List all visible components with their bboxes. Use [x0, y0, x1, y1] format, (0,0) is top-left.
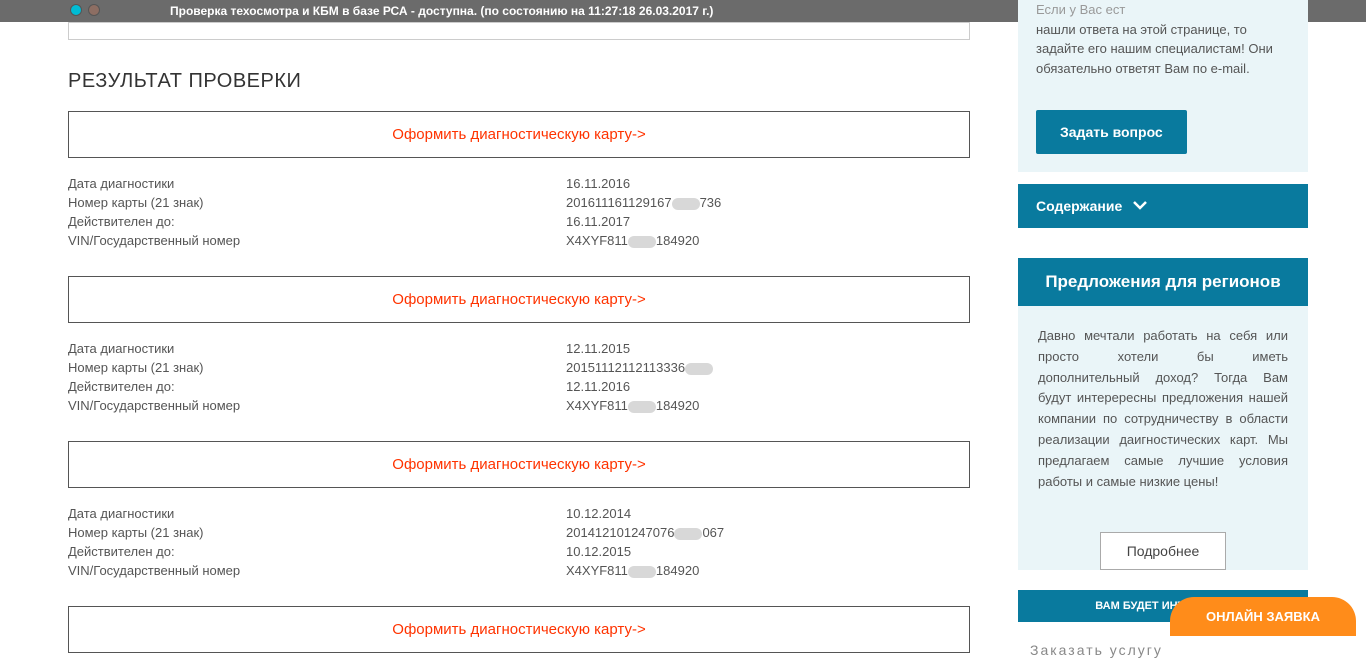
label-date: Дата диагностики	[68, 506, 566, 521]
card-link-box: Оформить диагностическую карту->	[68, 606, 970, 653]
ask-button-wrap: Задать вопрос	[1018, 96, 1308, 172]
value-date: 12.11.2015	[566, 341, 970, 356]
more-button[interactable]: Подробнее	[1100, 532, 1227, 570]
value-date: 16.11.2016	[566, 176, 970, 191]
value-card-no: 20151112112113336	[566, 360, 970, 375]
label-valid: Действителен до:	[68, 214, 566, 229]
label-valid: Действителен до:	[68, 379, 566, 394]
regions-block: Предложения для регионов Давно мечтали р…	[1018, 258, 1308, 570]
main-content: РЕЗУЛЬТАТ ПРОВЕРКИ Оформить диагностичес…	[68, 22, 970, 671]
toc-label: Содержание	[1036, 198, 1122, 214]
value-vin: X4XYF811184920	[566, 398, 970, 413]
regions-title: Предложения для регионов	[1018, 258, 1308, 306]
redacted	[628, 566, 656, 578]
label-valid: Действителен до:	[68, 544, 566, 559]
card-link-box: Оформить диагностическую карту->	[68, 441, 970, 488]
result-title: РЕЗУЛЬТАТ ПРОВЕРКИ	[68, 70, 970, 93]
redacted	[685, 363, 713, 375]
value-vin: X4XYF811184920	[566, 233, 970, 248]
order-row: Заказать услугу	[1018, 642, 1308, 658]
ask-question-button[interactable]: Задать вопрос	[1036, 110, 1187, 154]
status-dots	[70, 4, 100, 16]
issue-card-link[interactable]: Оформить диагностическую карту->	[392, 621, 645, 638]
result-block: Оформить диагностическую карту-> Дата диа…	[68, 441, 970, 578]
ask-text-cutoff-1: Если у Вас ест	[1036, 2, 1125, 17]
result-block: Оформить диагностическую карту-> Дата диа…	[68, 111, 970, 248]
value-valid: 16.11.2017	[566, 214, 970, 229]
value-card-no: 201412101247076067	[566, 525, 970, 540]
label-card-no: Номер карты (21 знак)	[68, 360, 566, 375]
online-request-button[interactable]: ОНЛАЙН ЗАЯВКА	[1170, 597, 1356, 636]
value-vin: X4XYF811184920	[566, 563, 970, 578]
value-card-no: 201611161129167736	[566, 195, 970, 210]
redacted	[628, 236, 656, 248]
result-block: Оформить диагностическую карту-> Дата диа…	[68, 276, 970, 413]
label-date: Дата диагностики	[68, 341, 566, 356]
value-valid: 12.11.2016	[566, 379, 970, 394]
redacted	[674, 528, 702, 540]
ask-text-tail: нашли ответа на этой странице, то задайт…	[1036, 22, 1273, 76]
label-vin: VIN/Государственный номер	[68, 398, 566, 413]
value-date: 10.12.2014	[566, 506, 970, 521]
redacted	[628, 401, 656, 413]
order-text: Заказать услугу	[1030, 642, 1163, 658]
card-link-box: Оформить диагностическую карту->	[68, 111, 970, 158]
label-card-no: Номер карты (21 знак)	[68, 195, 566, 210]
issue-card-link[interactable]: Оформить диагностическую карту->	[392, 126, 645, 143]
label-card-no: Номер карты (21 знак)	[68, 525, 566, 540]
redacted	[672, 198, 700, 210]
status-text: Проверка техосмотра и КБМ в базе РСА - д…	[170, 4, 713, 18]
label-vin: VIN/Государственный номер	[68, 233, 566, 248]
search-box-outline	[68, 22, 970, 40]
regions-body: Давно мечтали работать на себя или прост…	[1018, 306, 1308, 512]
sidebar: Если у Вас ест нашли ответа на этой стра…	[1018, 0, 1308, 658]
issue-card-link[interactable]: Оформить диагностическую карту->	[392, 456, 645, 473]
label-vin: VIN/Государственный номер	[68, 563, 566, 578]
issue-card-link[interactable]: Оформить диагностическую карту->	[392, 291, 645, 308]
ask-block: Если у Вас ест нашли ответа на этой стра…	[1018, 0, 1308, 96]
card-link-box: Оформить диагностическую карту->	[68, 276, 970, 323]
value-valid: 10.12.2015	[566, 544, 970, 559]
toc-toggle[interactable]: Содержание	[1018, 184, 1308, 228]
status-dot-cyan	[70, 4, 82, 16]
label-date: Дата диагностики	[68, 176, 566, 191]
chevron-down-icon	[1132, 198, 1148, 214]
status-dot-brown	[88, 4, 100, 16]
